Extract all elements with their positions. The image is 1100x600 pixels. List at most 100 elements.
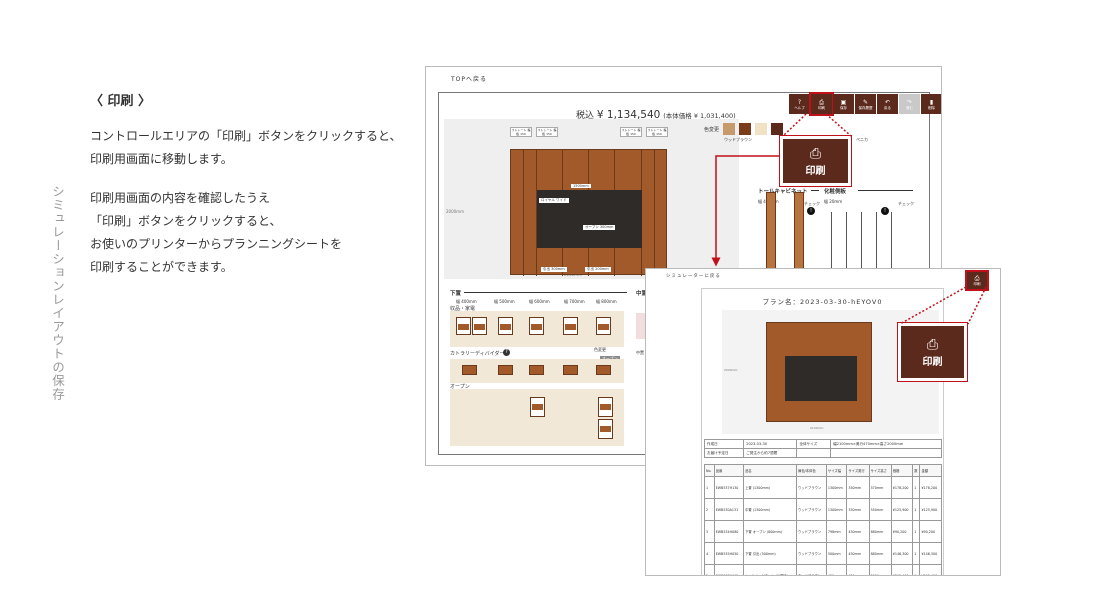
table-header: 品番: [713, 464, 745, 477]
open-part[interactable]: [598, 397, 613, 417]
table-cell: 880mm: [868, 542, 892, 565]
category-side-panel[interactable]: 化粧側板: [824, 187, 846, 195]
preview-print-button-zoom: ⎙ 印刷: [897, 322, 968, 382]
table-row: 5 EWB537H045 トールキャビネット (片開き) ウッドブラウン 450…: [704, 564, 942, 575]
instruction-paragraph-1: コントロールエリアの「印刷」ボタンをクリックすると、 印刷用画面に移動します。: [90, 125, 402, 171]
table-cell: 1: [912, 498, 921, 521]
open-part[interactable]: [530, 397, 545, 417]
lower-part[interactable]: [563, 317, 578, 335]
open-part[interactable]: [598, 419, 613, 439]
help-button[interactable]: ? ヘルプ: [789, 94, 810, 114]
trash-icon: ▮: [929, 98, 934, 106]
arrow-line: [858, 190, 913, 191]
top-part-tag[interactable]: ストレート 蝶板 150: [646, 127, 668, 137]
table-row: 2 EWB530A131 中置 (1300mm) ウッドブラウン 1300mm …: [704, 498, 942, 521]
part-width-label: 幅 800mm: [596, 299, 617, 304]
table-cell: ¥202,400: [919, 564, 942, 575]
color-swatch-beige[interactable]: [755, 123, 768, 135]
section-title: 〈 印刷 〉: [90, 94, 152, 109]
table-cell: 880mm: [868, 520, 892, 543]
top-part-tag[interactable]: ストレート 蝶板 150: [536, 127, 558, 137]
part-label: 1500mm: [571, 184, 591, 188]
lower-part[interactable]: [456, 317, 471, 335]
color-name: ウッドブラウン: [724, 137, 752, 142]
info-icon[interactable]: ?: [503, 349, 510, 356]
table-cell: EWB530A131: [713, 498, 745, 521]
table-header-row: No. 品番 品名 扉色/本体色 サイズ幅 サイズ奥行 サイズ高さ 価格 数 金…: [704, 464, 942, 477]
delete-button[interactable]: ▮ 削除: [921, 94, 941, 114]
table-cell: ¥90,200: [890, 520, 914, 543]
instruction-line: 「印刷」ボタンをクリックすると、: [90, 214, 282, 228]
back-to-simulator-link[interactable]: シミュレーターに戻る: [666, 273, 721, 279]
warning-icon[interactable]: !: [881, 207, 889, 215]
table-row: 1 EWB537H130 上置 (1300mm) ウッドブラウン 1300mm …: [704, 476, 942, 499]
info-cell: お届け予定日: [703, 448, 745, 458]
color-name: ペニカ: [856, 137, 868, 142]
plan-name: プラン名：2023-03-30-hEYOV0: [762, 298, 883, 306]
cutlery-part[interactable]: [462, 365, 477, 375]
part-label: オープン 300mm: [583, 225, 616, 230]
top-link[interactable]: TOPへ戻る: [451, 74, 487, 83]
part-label: 引出 300mm: [541, 267, 567, 272]
table-cell: 下置 引出 (500mm): [743, 542, 798, 565]
table-cell: ¥178,200: [890, 476, 914, 499]
plan-info-table: 作成日 2023-03-30 全体サイズ 幅2100mm×奥行470mm×高さ2…: [703, 439, 942, 458]
cutlery-part[interactable]: [529, 365, 544, 375]
table-cell: EWB537H045: [713, 564, 745, 575]
table-cell: 1: [704, 476, 715, 499]
cutlery-part[interactable]: [596, 365, 611, 375]
print-preview-screenshot: シミュレーターに戻る ⎙ 印刷 プラン名：2023-03-30-hEYOV0 2…: [645, 268, 1001, 576]
preview-print-label: 印刷: [973, 281, 981, 286]
top-part-tag[interactable]: ストレート 蝶板 150: [620, 127, 642, 137]
tall-cabinet-part[interactable]: [794, 192, 804, 277]
info-cell: 作成日: [703, 439, 745, 449]
save-label: 保存: [840, 105, 847, 110]
printer-icon: ⎙: [819, 98, 824, 106]
warning-icon[interactable]: !: [807, 207, 815, 215]
cabinet-layout[interactable]: 1500mm ロイヤル ワイド オープン 300mm 引出 300mm 引出 2…: [510, 149, 667, 276]
table-header: 価格: [890, 464, 914, 477]
table-header: 扉色/本体色: [796, 464, 827, 477]
table-cell: ¥178,200: [919, 476, 942, 499]
table-row: 4 EWB535H050 下置 引出 (500mm) ウッドブラウン 500mm…: [704, 542, 942, 565]
delete-label: 削除: [928, 105, 935, 110]
category-lower[interactable]: 下置: [450, 289, 461, 297]
table-cell: 2: [704, 498, 715, 521]
undo-icon: ↶: [884, 98, 891, 106]
table-header: サイズ幅: [825, 464, 848, 477]
instruction-line: コントロールエリアの「印刷」ボタンをクリックすると、: [90, 129, 402, 143]
undo-button[interactable]: ↶ 戻る: [877, 94, 898, 114]
lower-part[interactable]: [529, 317, 544, 335]
color-swatch-woodbrown[interactable]: [723, 123, 736, 135]
color-swatch-dark[interactable]: [739, 123, 752, 135]
cutlery-part[interactable]: [563, 365, 578, 375]
preview-print-button[interactable]: ⎙ 印刷: [965, 270, 989, 291]
part-label: ロイヤル ワイド: [539, 198, 569, 203]
redo-label: 進む: [906, 105, 913, 110]
redo-button[interactable]: ↷ 進む: [899, 94, 920, 114]
save-button[interactable]: ▣ 保存: [833, 94, 854, 114]
table-cell: 350mm: [846, 476, 870, 499]
lower-part[interactable]: [596, 317, 611, 335]
table-cell: ¥146,300: [919, 542, 942, 565]
lower-part[interactable]: [498, 317, 513, 335]
layout-design-area[interactable]: 2000mm 2100mm ストレート 蝶板 150 ストレート 蝶板 150 …: [444, 119, 739, 279]
arrow-line: [464, 292, 627, 293]
cutlery-part[interactable]: [498, 365, 513, 375]
print-button[interactable]: ⎙ 印刷: [809, 92, 834, 116]
lower-part[interactable]: [472, 317, 487, 335]
color-swatch-penica[interactable]: [771, 123, 784, 135]
table-cell: 1: [912, 476, 921, 499]
info-cell: 全体サイズ: [796, 439, 832, 449]
color-change-link[interactable]: 色変更: [594, 347, 606, 353]
table-cell: ¥202,400: [890, 564, 914, 575]
cutlery-divider-label: カトラリーディバイダー: [450, 351, 505, 357]
table-header: 金額: [919, 464, 942, 477]
top-part-tag[interactable]: ストレート 蝶板 150: [510, 127, 532, 137]
instruction-line: お使いのプリンターからプランニングシートを: [90, 237, 343, 251]
part-width-label: 幅 600mm: [529, 299, 550, 304]
item-list-table: No. 品番 品名 扉色/本体色 サイズ幅 サイズ奥行 サイズ高さ 価格 数 金…: [704, 464, 942, 575]
table-cell: ウッドブラウン: [796, 542, 827, 565]
save-history-button[interactable]: ✎ 保存履歴: [855, 94, 876, 114]
tall-cabinet-part[interactable]: [766, 192, 776, 277]
